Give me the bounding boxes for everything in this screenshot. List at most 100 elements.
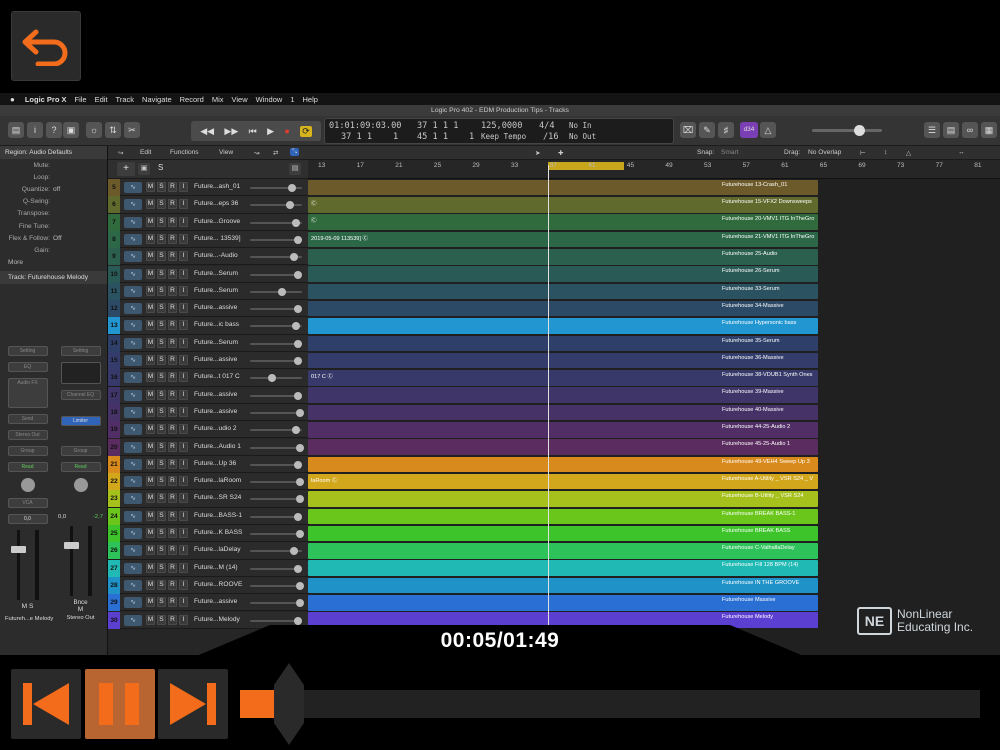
solo-button[interactable]: S [157,199,166,210]
solo-button[interactable]: S [157,424,166,435]
mute-button[interactable]: M [146,614,155,625]
track-name[interactable]: Future...M (14) [194,564,254,571]
track-header[interactable]: 8 ∿ M S R I Future... 13539] [108,230,308,249]
track-name[interactable]: Future...assive [194,598,254,605]
audio-region[interactable]: Futurehouse 36-Massive [308,352,818,369]
track-volume-slider[interactable] [250,547,302,556]
track-header[interactable]: 28 ∿ M S R I Future...ROOVE [108,576,308,595]
input-monitor-button[interactable]: I [179,389,188,400]
zoom-to-fit-icon[interactable]: ↕ [884,149,887,156]
input-monitor-button[interactable]: I [179,493,188,504]
audio-region[interactable]: Futurehouse 44-25-Audio 2 [308,422,818,438]
track-name[interactable]: Future...eps 36 [194,200,254,207]
track-header[interactable]: 19 ∿ M S R I Future...udio 2 [108,421,308,439]
count-in-icon[interactable]: ♯ [718,122,734,138]
strip2-eq-display[interactable] [60,362,101,384]
audio-region[interactable]: Futurehouse IN THE GROOVE [308,577,818,594]
audio-region[interactable]: laRoom Ⓒ Futurehouse A-Utility _ VSR S24 … [308,473,818,490]
record-enable-button[interactable]: R [168,476,177,487]
track-name[interactable]: Future...Up 36 [194,460,254,467]
solo-button[interactable]: S [157,182,166,192]
input-monitor-button[interactable]: I [179,355,188,365]
audio-region[interactable]: Futurehouse Fill 128 BPM (14) [308,560,818,576]
forward-icon[interactable]: ▶▶ [224,126,238,137]
track-volume-slider[interactable] [250,443,304,452]
audio-region[interactable]: Futurehouse 34-Massive [308,300,818,317]
track-volume-slider[interactable] [250,408,304,417]
cycle-range[interactable] [548,162,624,170]
strip2-limiter[interactable]: Limiter [60,416,101,426]
audio-region[interactable]: Futurehouse C-ValhallaDelay [308,543,818,559]
inspector-icon[interactable]: i [27,122,43,138]
insp-more[interactable]: More [0,257,107,269]
input-monitor-button[interactable]: I [179,406,188,417]
record-enable-button[interactable]: R [168,285,177,296]
strip1-fader[interactable] [8,530,48,600]
record-enable-button[interactable]: R [168,182,177,192]
catch-icon[interactable]: ↝ [254,149,260,157]
strip2-fader[interactable] [61,526,101,596]
audio-region[interactable]: 2019-05-09 113539] Ⓒ Futurehouse 21-VMV1 … [308,231,818,248]
track-volume-slider[interactable] [250,478,304,487]
view-menu[interactable]: View [219,149,233,156]
track-header[interactable]: 20 ∿ M S R I Future...Audio 1 [108,438,308,456]
menu-track[interactable]: Track [116,95,134,104]
input-monitor-button[interactable]: I [179,251,188,262]
track-name[interactable]: Future...assive [194,408,254,415]
solo-button[interactable]: S [157,441,166,452]
track-volume-slider[interactable] [250,495,304,504]
track-header[interactable]: 14 ∿ M S R I Future...Serum [108,334,308,352]
track-name[interactable]: Future...Audio 1 [194,443,254,450]
track-header[interactable]: 26 ∿ M S R I Future...laDelay [108,542,308,560]
track-volume-slider[interactable] [250,512,302,521]
track-name[interactable]: Future...K BASS [194,529,254,536]
track-name[interactable]: Future...Serum [194,270,254,277]
editors-icon[interactable]: ✂ [124,122,140,138]
solo-button[interactable]: S [157,372,166,383]
record-enable-button[interactable]: R [168,562,177,573]
track-name[interactable]: Future...Groove [194,218,254,225]
record-enable-button[interactable]: R [168,355,177,365]
track-volume-slider[interactable] [250,201,302,210]
input-monitor-button[interactable]: I [179,597,188,608]
duplicate-track-icon[interactable]: ▣ [138,163,150,175]
input-monitor-button[interactable]: I [179,579,188,590]
record-enable-button[interactable]: R [168,216,177,227]
strip2-setting[interactable]: Setting [60,346,101,356]
input-monitor-button[interactable]: I [179,614,188,625]
track-volume-slider[interactable] [250,305,302,314]
input-monitor-button[interactable]: I [179,268,188,279]
mute-button[interactable]: M [146,424,155,435]
mute-button[interactable]: M [146,182,155,192]
list-editors-icon[interactable]: ☰ [924,122,940,138]
audio-region[interactable]: Futurehouse 25-Audio [308,249,818,265]
snap-value[interactable]: Smart [721,149,739,156]
audio-region[interactable]: 017 C Ⓒ Futurehouse 38-VDUB1 Synth Ones [308,370,818,386]
arrange-area[interactable]: Futurehouse 13-Crash_01 Ⓒ Futurehouse 15-V… [308,179,1000,655]
apple-icon[interactable]: ● [10,95,15,104]
audio-region[interactable]: Futurehouse B-Utility _ VSR S24 [308,491,818,507]
input-monitor-button[interactable]: I [179,510,188,521]
solo-button[interactable]: S [157,545,166,556]
waveform-zoom-icon[interactable]: ⊢ [860,149,866,157]
mute-button[interactable]: M [146,579,155,590]
calendar-icon[interactable]: ▤ [289,163,301,175]
cycle-icon[interactable]: ⟳ [300,125,312,137]
track-header[interactable]: 10 ∿ M S R I Future...Serum [108,265,308,283]
solo-button[interactable]: S [157,528,166,538]
track-name[interactable]: Future...BASS-1 [194,512,254,519]
input-monitor-button[interactable]: I [179,441,188,452]
mute-button[interactable]: M [146,285,155,296]
track-header[interactable]: 22 ∿ M S R I Future...laRoom [108,473,308,491]
menu-1[interactable]: 1 [290,95,294,104]
menu-mix[interactable]: Mix [212,95,224,104]
go-to-start-icon[interactable]: ⏮ [249,126,257,137]
mixer-icon[interactable]: ⇅ [105,122,121,138]
strip1-setting[interactable]: Setting [7,346,48,356]
solo-button[interactable]: S [157,597,166,608]
insp-loop[interactable]: Loop: [0,171,107,183]
insp-quantize[interactable]: Quantize: off [0,183,107,195]
menu-help[interactable]: Help [302,95,317,104]
track-volume-slider[interactable] [250,530,304,538]
pause-button[interactable] [85,669,155,739]
